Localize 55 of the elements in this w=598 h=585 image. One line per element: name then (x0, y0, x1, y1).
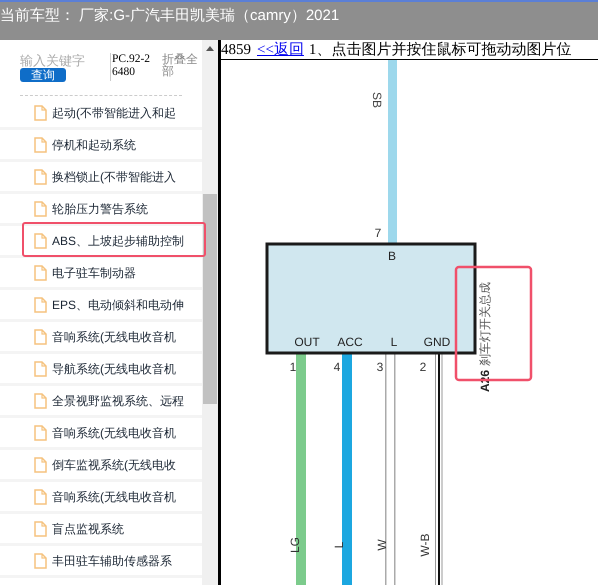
pin-number: 3 (376, 360, 384, 374)
pin-name: L (390, 335, 398, 349)
vehicle-title: 当前车型： 厂家:G-广汽丰田凯美瑞（camry）2021 (0, 6, 340, 26)
tree-item[interactable]: 换档锁止(不带智能进入 (0, 168, 176, 186)
code-text: PC.92-26480 (110, 53, 154, 81)
tree-item[interactable]: 音响系统(无线电收音机 (0, 488, 176, 506)
tree-item[interactable]: 起动(不带智能进入和起 (0, 104, 176, 122)
document-icon (34, 424, 47, 440)
document-icon (34, 168, 47, 184)
wire-label: LG (288, 537, 302, 553)
tree-item[interactable]: 音响系统(无线电收音机 (0, 328, 176, 346)
document-icon (34, 296, 47, 312)
tree-item[interactable]: 丰田驻车辅助传感器系 (0, 552, 172, 570)
drag-hint: 1、点击图片并按住鼠标可拖动动图片位 (308, 41, 572, 59)
tree-item[interactable]: 导航系统(无线电收音机 (0, 360, 176, 378)
document-icon (34, 104, 47, 120)
keyword-field[interactable]: 输入关键字 (20, 53, 106, 68)
tree-item[interactable]: ABS、上坡起步辅助控制 (0, 232, 184, 250)
tree-item[interactable]: 轮胎压力警告系统 (0, 200, 148, 218)
tree-item[interactable]: 停机和起动系统 (0, 136, 136, 154)
query-button[interactable]: 查询 (20, 68, 66, 82)
document-icon (34, 200, 47, 216)
scroll-up-icon[interactable] (206, 46, 214, 51)
document-icon (34, 232, 47, 248)
back-link[interactable]: <<返回 (257, 41, 304, 59)
document-icon (34, 328, 47, 344)
pin-number: 7 (374, 226, 382, 240)
pin-number: 2 (420, 360, 426, 374)
document-icon (34, 552, 47, 568)
tree-item[interactable]: 电子驻车制动器 (0, 264, 136, 282)
scrollbar[interactable] (202, 40, 218, 585)
document-icon (34, 136, 47, 152)
document-icon (34, 456, 47, 472)
document-icon (34, 360, 47, 376)
pin-name: ACC (337, 335, 363, 349)
tree-item[interactable]: EPS、电动倾斜和电动伸 (0, 296, 184, 314)
document-icon (34, 392, 47, 408)
pin-name: OUT (294, 335, 320, 349)
document-icon (34, 264, 47, 280)
collapse-all-button[interactable]: 折叠全部 (162, 53, 200, 77)
tree-item[interactable]: 全景视野监视系统、远程 (0, 392, 184, 410)
wire-label: W-B (418, 533, 432, 557)
wire-label: SB (370, 92, 384, 108)
tree-item[interactable]: 盲点监视系统 (0, 520, 124, 538)
tree-item[interactable]: 音响系统(无线电收音机 (0, 424, 176, 442)
wire-label: W (375, 539, 389, 551)
pin-number: 4 (334, 360, 340, 374)
pin-number: 1 (290, 360, 296, 374)
document-icon (34, 520, 47, 536)
pin-name: GND (424, 335, 450, 349)
wire-label: L (332, 542, 346, 548)
connector-label: B (388, 249, 396, 263)
document-icon (34, 488, 47, 504)
page-number: 4859 (221, 41, 251, 59)
tree-item[interactable]: 倒车监视系统(无线电收 (0, 456, 176, 474)
